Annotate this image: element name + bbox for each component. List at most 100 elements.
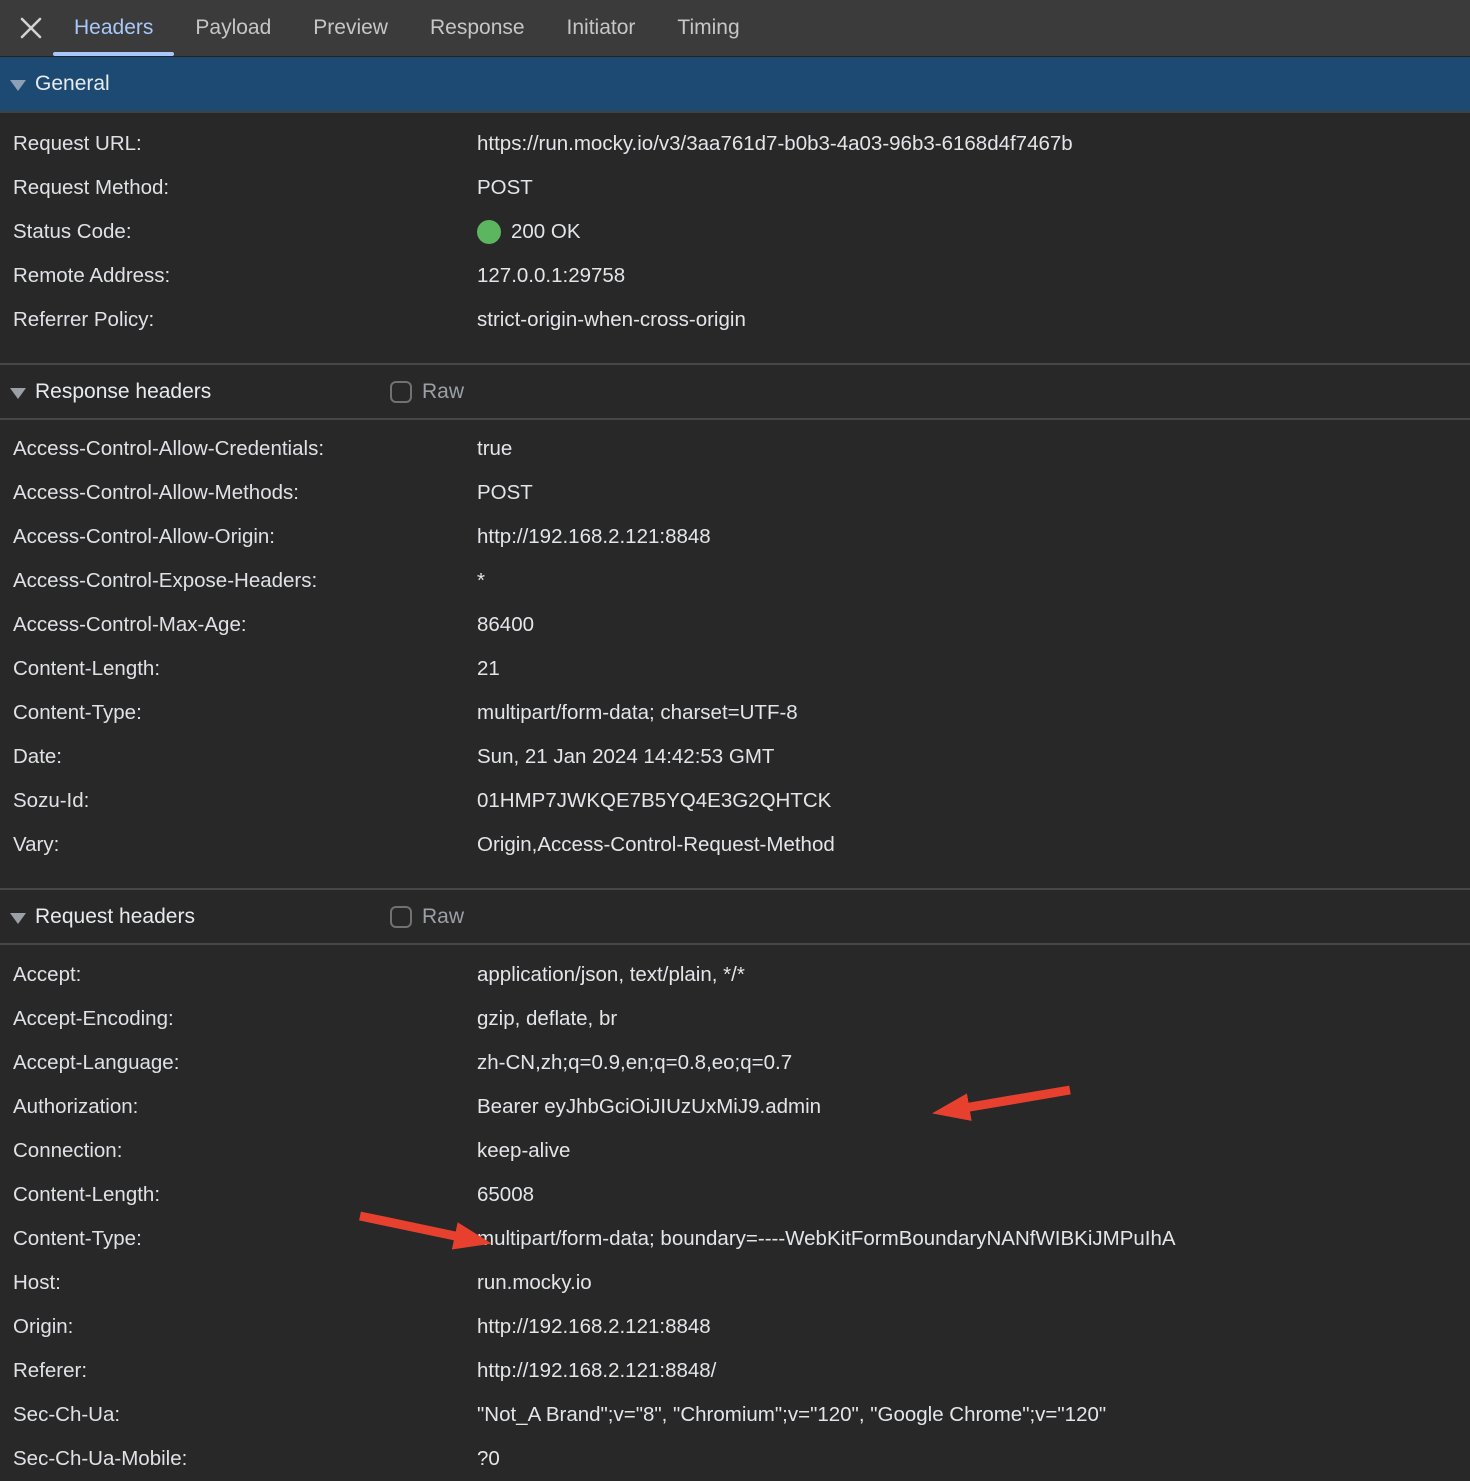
header-name: Origin: [13, 1315, 477, 1339]
header-name: Sec-Ch-Ua-Mobile: [13, 1447, 477, 1471]
tab-initiator[interactable]: Initiator [546, 0, 657, 56]
header-name: Access-Control-Allow-Origin: [13, 525, 477, 549]
header-value: * [477, 569, 1470, 593]
status-text: 200 OK [511, 220, 581, 244]
header-name: Access-Control-Max-Age: [13, 613, 477, 637]
header-name: Vary: [13, 833, 477, 857]
section-title: General [35, 72, 110, 96]
section-title: Request headers [35, 905, 195, 929]
header-value: Sun, 21 Jan 2024 14:42:53 GMT [477, 745, 1470, 769]
header-row: Date: Sun, 21 Jan 2024 14:42:53 GMT [0, 735, 1470, 779]
header-row: Referrer Policy: strict-origin-when-cros… [0, 298, 1470, 342]
header-value: ?0 [477, 1447, 1470, 1471]
header-row: Status Code: 200 OK [0, 210, 1470, 254]
header-value: gzip, deflate, br [477, 1007, 1470, 1031]
section-title: Response headers [35, 380, 211, 404]
header-name: Request URL: [13, 132, 477, 156]
header-name: Sozu-Id: [13, 789, 477, 813]
tab-timing[interactable]: Timing [656, 0, 760, 56]
header-row: Content-Length: 65008 [0, 1173, 1470, 1217]
tab-payload[interactable]: Payload [174, 0, 292, 56]
tab-preview[interactable]: Preview [292, 0, 409, 56]
header-name: Date: [13, 745, 477, 769]
header-name: Accept-Encoding: [13, 1007, 477, 1031]
header-name: Access-Control-Allow-Methods: [13, 481, 477, 505]
request-header-rows: Accept: application/json, text/plain, */… [0, 945, 1470, 1481]
header-value-authorization: Bearer eyJhbGciOiJIUzUxMiJ9.admin [477, 1095, 1470, 1119]
header-value: zh-CN,zh;q=0.9,en;q=0.8,eo;q=0.7 [477, 1051, 1470, 1075]
response-header-rows: Access-Control-Allow-Credentials: true A… [0, 420, 1470, 867]
header-name: Access-Control-Expose-Headers: [13, 569, 477, 593]
header-name: Accept: [13, 963, 477, 987]
section-header-request-headers[interactable]: Request headers Raw [0, 888, 1470, 945]
close-button[interactable] [9, 0, 53, 56]
header-row: Accept: application/json, text/plain, */… [0, 953, 1470, 997]
raw-label: Raw [422, 905, 464, 929]
header-value: multipart/form-data; charset=UTF-8 [477, 701, 1470, 725]
header-row: Request Method: POST [0, 166, 1470, 210]
chevron-down-icon [10, 913, 26, 924]
section-header-response-headers[interactable]: Response headers Raw [0, 363, 1470, 420]
header-value: http://192.168.2.121:8848/ [477, 1359, 1470, 1383]
chevron-down-icon [10, 80, 26, 91]
header-name: Status Code: [13, 220, 477, 244]
header-row: Request URL: https://run.mocky.io/v3/3aa… [0, 122, 1470, 166]
status-ok-icon [477, 220, 501, 244]
header-name: Accept-Language: [13, 1051, 477, 1075]
header-name: Sec-Ch-Ua: [13, 1403, 477, 1427]
header-name: Referer: [13, 1359, 477, 1383]
header-row: Access-Control-Max-Age: 86400 [0, 603, 1470, 647]
header-row: Sec-Ch-Ua: "Not_A Brand";v="8", "Chromiu… [0, 1393, 1470, 1437]
header-value: 127.0.0.1:29758 [477, 264, 1470, 288]
header-value: 65008 [477, 1183, 1470, 1207]
header-row: Referer: http://192.168.2.121:8848/ [0, 1349, 1470, 1393]
header-value: https://run.mocky.io/v3/3aa761d7-b0b3-4a… [477, 132, 1470, 156]
header-row: Sec-Ch-Ua-Mobile: ?0 [0, 1437, 1470, 1481]
header-value: POST [477, 481, 1470, 505]
header-row: Access-Control-Allow-Credentials: true [0, 427, 1470, 471]
header-row: Access-Control-Expose-Headers: * [0, 559, 1470, 603]
header-row: Host: run.mocky.io [0, 1261, 1470, 1305]
section-header-general[interactable]: General [0, 57, 1470, 113]
header-value: 200 OK [477, 220, 1470, 244]
header-row: Connection: keep-alive [0, 1129, 1470, 1173]
raw-checkbox[interactable] [390, 906, 412, 928]
tab-response[interactable]: Response [409, 0, 546, 56]
header-value: http://192.168.2.121:8848 [477, 1315, 1470, 1339]
header-value-content-type: multipart/form-data; boundary=----WebKit… [477, 1227, 1470, 1251]
header-row: Authorization: Bearer eyJhbGciOiJIUzUxMi… [0, 1085, 1470, 1129]
raw-checkbox[interactable] [390, 381, 412, 403]
raw-toggle: Raw [390, 365, 464, 418]
header-value: run.mocky.io [477, 1271, 1470, 1295]
devtools-headers-panel: { "tabbar": { "close_icon": "x-close", "… [0, 0, 1470, 1468]
header-value: keep-alive [477, 1139, 1470, 1163]
header-name: Host: [13, 1271, 477, 1295]
header-name: Content-Type: [13, 1227, 477, 1251]
header-row: Vary: Origin,Access-Control-Request-Meth… [0, 823, 1470, 867]
header-value: application/json, text/plain, */* [477, 963, 1470, 987]
raw-toggle: Raw [390, 890, 464, 943]
header-row: Accept-Encoding: gzip, deflate, br [0, 997, 1470, 1041]
header-name: Content-Length: [13, 1183, 477, 1207]
header-name: Referrer Policy: [13, 308, 477, 332]
header-value: "Not_A Brand";v="8", "Chromium";v="120",… [477, 1403, 1470, 1427]
header-value: strict-origin-when-cross-origin [477, 308, 1470, 332]
header-value: 86400 [477, 613, 1470, 637]
tab-headers[interactable]: Headers [53, 0, 174, 56]
header-row: Sozu-Id: 01HMP7JWKQE7B5YQ4E3G2QHTCK [0, 779, 1470, 823]
header-row: Content-Length: 21 [0, 647, 1470, 691]
header-row: Access-Control-Allow-Origin: http://192.… [0, 515, 1470, 559]
header-value: 01HMP7JWKQE7B5YQ4E3G2QHTCK [477, 789, 1470, 813]
header-name: Content-Length: [13, 657, 477, 681]
header-row: Accept-Language: zh-CN,zh;q=0.9,en;q=0.8… [0, 1041, 1470, 1085]
header-name: Access-Control-Allow-Credentials: [13, 437, 477, 461]
header-name: Authorization: [13, 1095, 477, 1119]
header-row: Origin: http://192.168.2.121:8848 [0, 1305, 1470, 1349]
header-value: Origin,Access-Control-Request-Method [477, 833, 1470, 857]
header-name: Remote Address: [13, 264, 477, 288]
chevron-down-icon [10, 388, 26, 399]
header-value: true [477, 437, 1470, 461]
detail-tab-bar: Headers Payload Preview Response Initiat… [0, 0, 1470, 57]
header-name: Request Method: [13, 176, 477, 200]
header-value: 21 [477, 657, 1470, 681]
